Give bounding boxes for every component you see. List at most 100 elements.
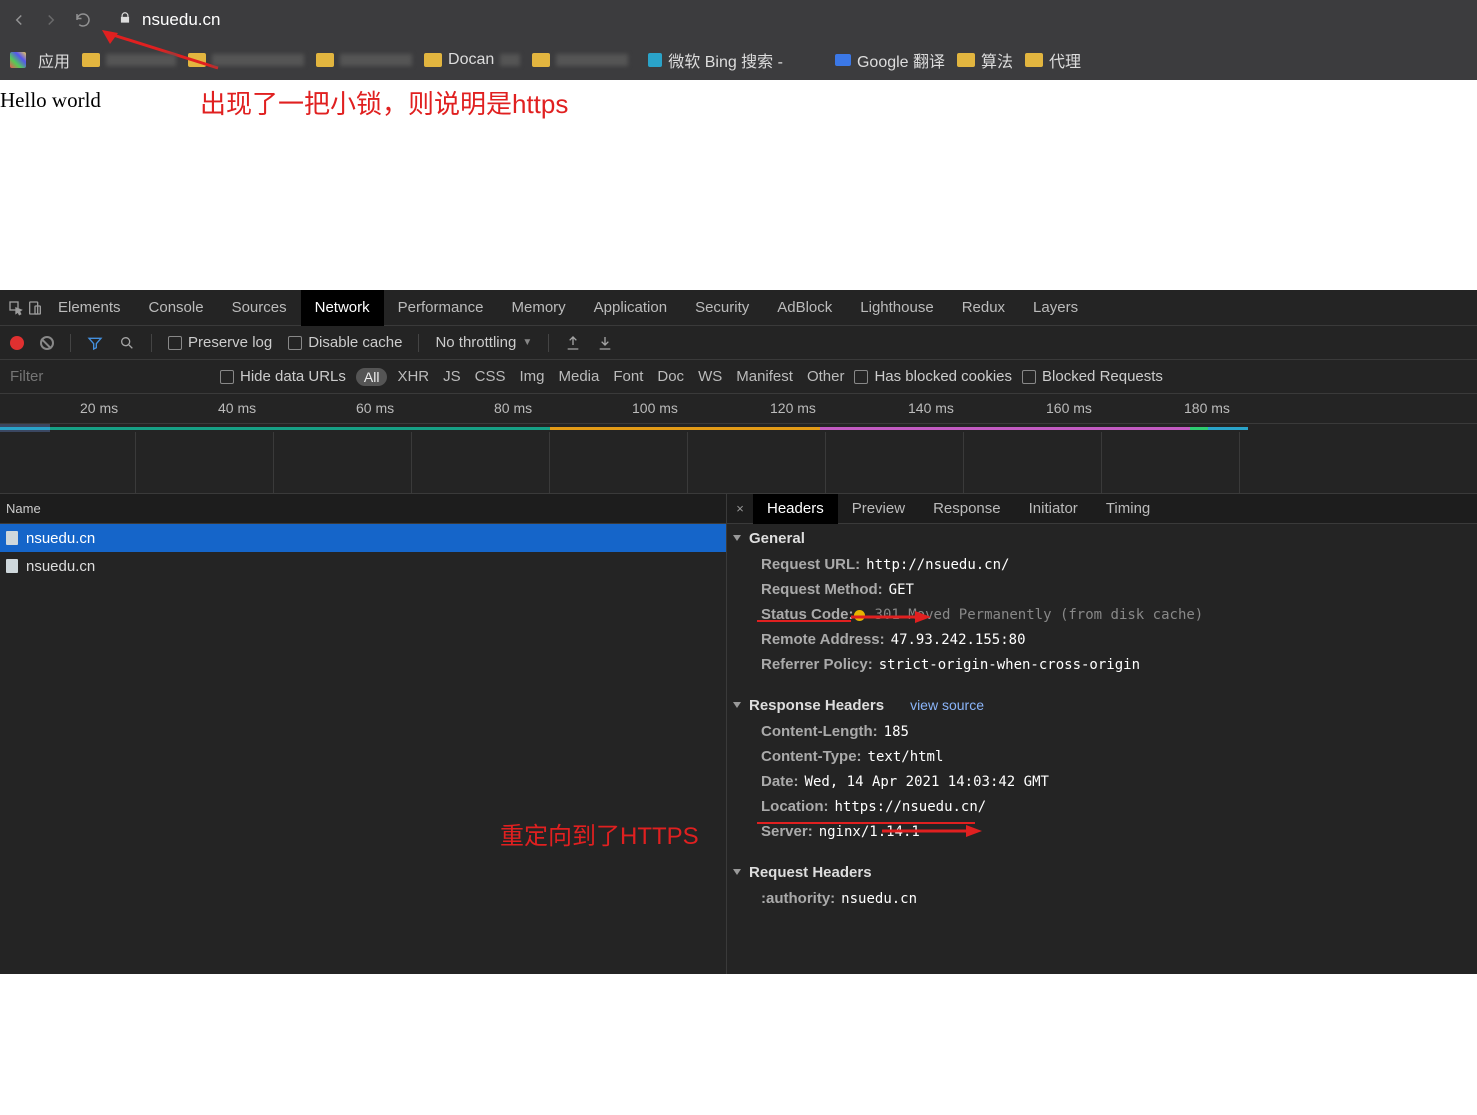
request-row[interactable]: nsuedu.cn <box>0 524 726 552</box>
apps-icon[interactable] <box>10 52 26 68</box>
detail-tabs: × HeadersPreviewResponseInitiatorTiming <box>727 494 1477 524</box>
blocked-cookies-checkbox[interactable]: Has blocked cookies <box>854 368 1012 385</box>
timeline-label: 40 ms <box>218 400 256 416</box>
tab-network[interactable]: Network <box>301 290 384 326</box>
tab-console[interactable]: Console <box>135 290 218 326</box>
search-icon[interactable] <box>119 335 135 351</box>
browser-chrome: nsuedu.cn 应用 Docan 微软 Bing 搜索 - Google 翻… <box>0 0 1477 80</box>
document-icon <box>6 559 18 573</box>
section-header[interactable]: General <box>727 524 1477 552</box>
filter-type-font[interactable]: Font <box>613 368 643 385</box>
bookmark-item[interactable]: 微软 Bing 搜索 - <box>648 48 783 72</box>
blocked-requests-checkbox[interactable]: Blocked Requests <box>1022 368 1163 385</box>
overview-segment <box>0 427 50 430</box>
timeline-label: 160 ms <box>1046 400 1092 416</box>
request-name: nsuedu.cn <box>26 558 95 575</box>
inspect-icon[interactable] <box>8 300 24 316</box>
filter-type-media[interactable]: Media <box>559 368 600 385</box>
timeline-overview[interactable] <box>0 424 1477 432</box>
header-row: Date:Wed, 14 Apr 2021 14:03:42 GMT <box>727 769 1477 794</box>
request-name: nsuedu.cn <box>26 530 95 547</box>
filter-type-manifest[interactable]: Manifest <box>736 368 793 385</box>
timeline-label: 140 ms <box>908 400 954 416</box>
tab-redux[interactable]: Redux <box>948 290 1019 326</box>
tab-adblock[interactable]: AdBlock <box>763 290 846 326</box>
forward-button[interactable] <box>42 11 60 29</box>
filter-type-img[interactable]: Img <box>519 368 544 385</box>
filter-type-doc[interactable]: Doc <box>657 368 684 385</box>
filter-type-js[interactable]: JS <box>443 368 461 385</box>
bookmark-item[interactable]: Docan <box>424 51 520 69</box>
request-row[interactable]: nsuedu.cn <box>0 552 726 580</box>
header-row: :authority:nsuedu.cn <box>727 886 1477 911</box>
device-icon[interactable] <box>27 300 43 316</box>
lock-icon <box>118 10 132 30</box>
request-list: Name nsuedu.cn nsuedu.cn <box>0 494 727 974</box>
overview-segment <box>820 427 1190 430</box>
header-row: Request Method:GET <box>727 577 1477 602</box>
timeline-label: 180 ms <box>1184 400 1230 416</box>
tab-elements[interactable]: Elements <box>44 290 135 326</box>
status-dot-icon <box>854 610 865 621</box>
bookmark-item[interactable] <box>82 53 176 67</box>
close-detail-button[interactable]: × <box>727 501 753 516</box>
tab-memory[interactable]: Memory <box>498 290 580 326</box>
view-source-link[interactable]: view source <box>910 697 984 713</box>
waterfall-area[interactable] <box>0 432 1477 494</box>
record-button[interactable] <box>10 336 24 350</box>
network-toolbar: Preserve log Disable cache No throttling… <box>0 326 1477 360</box>
tab-sources[interactable]: Sources <box>218 290 301 326</box>
filter-type-other[interactable]: Other <box>807 368 845 385</box>
clear-button[interactable] <box>37 333 57 353</box>
apps-label[interactable]: 应用 <box>38 48 70 72</box>
tab-security[interactable]: Security <box>681 290 763 326</box>
header-row: Remote Address:47.93.242.155:80 <box>727 627 1477 652</box>
devtools-panel: ElementsConsoleSourcesNetworkPerformance… <box>0 290 1477 974</box>
filter-type-xhr[interactable]: XHR <box>397 368 429 385</box>
timeline-label: 60 ms <box>356 400 394 416</box>
filter-type-ws[interactable]: WS <box>698 368 722 385</box>
url-text: nsuedu.cn <box>142 10 220 30</box>
filter-type-css[interactable]: CSS <box>475 368 506 385</box>
reload-button[interactable] <box>74 11 92 29</box>
disable-cache-checkbox[interactable]: Disable cache <box>288 334 402 351</box>
bookmark-item[interactable]: 算法 <box>957 48 1013 72</box>
detail-tab-timing[interactable]: Timing <box>1092 494 1164 524</box>
address-bar[interactable]: nsuedu.cn <box>118 10 220 30</box>
filter-input[interactable] <box>10 368 210 385</box>
page-content: Hello world 出现了一把小锁，则说明是https <box>0 80 1477 290</box>
download-har-icon[interactable] <box>597 335 613 351</box>
tab-layers[interactable]: Layers <box>1019 290 1092 326</box>
hide-data-urls-checkbox[interactable]: Hide data URLs <box>220 368 346 385</box>
filter-icon[interactable] <box>87 335 103 351</box>
bookmark-item[interactable]: 代理 <box>1025 48 1081 72</box>
tab-lighthouse[interactable]: Lighthouse <box>846 290 947 326</box>
bookmark-item[interactable] <box>316 53 412 67</box>
bookmark-item[interactable]: Google 翻译 <box>835 48 945 72</box>
upload-har-icon[interactable] <box>565 335 581 351</box>
bookmark-item[interactable] <box>188 53 304 67</box>
overview-segment <box>50 427 550 430</box>
preserve-log-checkbox[interactable]: Preserve log <box>168 334 272 351</box>
header-row: Request URL:http://nsuedu.cn/ <box>727 552 1477 577</box>
header-row: Server:nginx/1.14.1 <box>727 819 1477 844</box>
filter-bar: Hide data URLs All XHR JS CSS Img Media Font D… <box>0 360 1477 394</box>
tab-application[interactable]: Application <box>580 290 681 326</box>
section-header[interactable]: Response Headersview source <box>727 691 1477 719</box>
tab-performance[interactable]: Performance <box>384 290 498 326</box>
section-header[interactable]: Request Headers <box>727 858 1477 886</box>
detail-tab-preview[interactable]: Preview <box>838 494 919 524</box>
back-button[interactable] <box>10 11 28 29</box>
header-row: Content-Type:text/html <box>727 744 1477 769</box>
request-detail: × HeadersPreviewResponseInitiatorTiming … <box>727 494 1477 974</box>
detail-tab-headers[interactable]: Headers <box>753 494 838 524</box>
detail-tab-response[interactable]: Response <box>919 494 1015 524</box>
detail-tab-initiator[interactable]: Initiator <box>1015 494 1092 524</box>
column-header-name[interactable]: Name <box>0 494 726 524</box>
document-icon <box>6 531 18 545</box>
filter-all[interactable]: All <box>356 368 388 386</box>
header-row: Status Code:301 Moved Permanently (from … <box>727 602 1477 627</box>
throttling-select[interactable]: No throttling▼ <box>435 334 532 351</box>
timeline-ruler[interactable]: 20 ms40 ms60 ms80 ms100 ms120 ms140 ms16… <box>0 394 1477 424</box>
bookmark-item[interactable] <box>532 53 628 67</box>
